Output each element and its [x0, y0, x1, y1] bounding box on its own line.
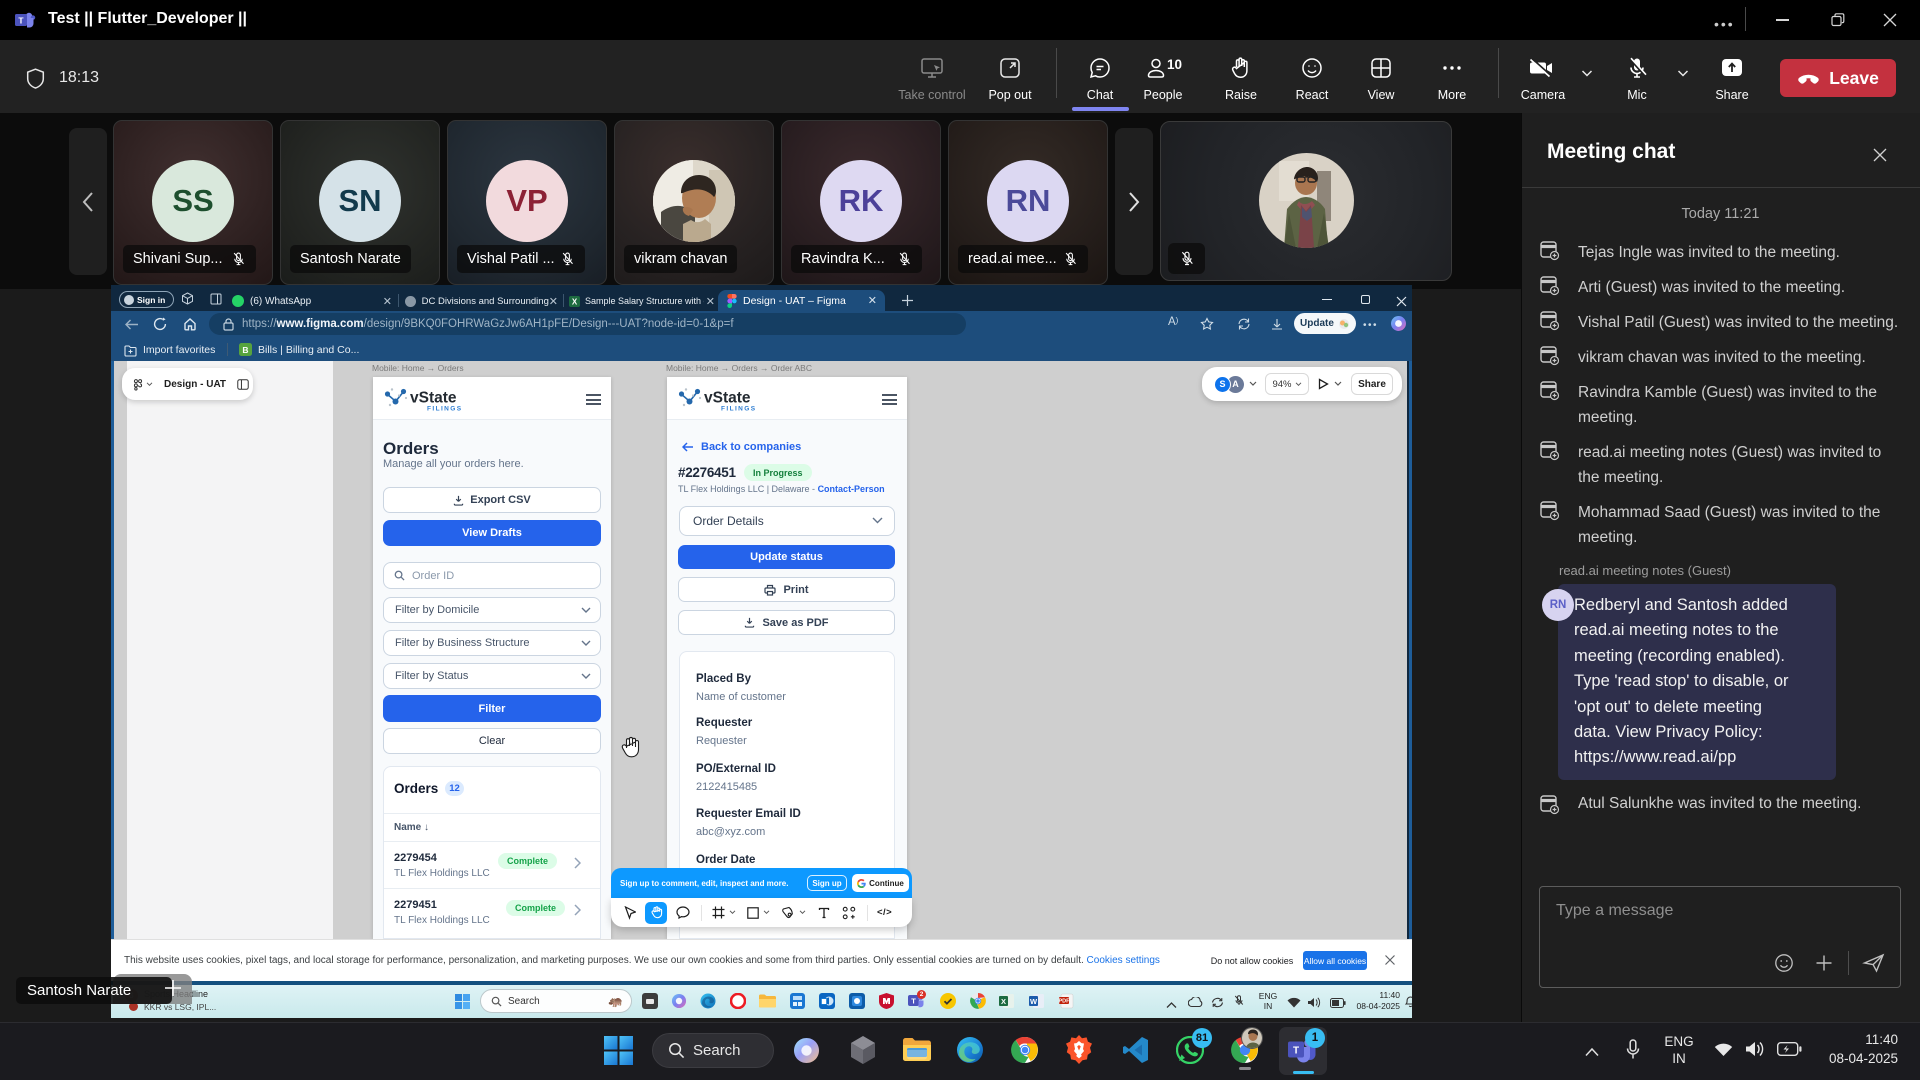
svg-text:FILINGS: FILINGS	[427, 406, 462, 413]
svg-text:B: B	[242, 345, 248, 355]
svg-text:vState: vState	[410, 390, 457, 407]
svg-text:T: T	[1293, 1046, 1299, 1057]
svg-text:vState: vState	[704, 390, 751, 407]
svg-text:T: T	[911, 997, 916, 1006]
svg-text:X: X	[572, 297, 578, 306]
svg-text:10: 10	[1167, 57, 1182, 72]
svg-text:FILINGS: FILINGS	[721, 406, 756, 413]
svg-text:T: T	[18, 16, 24, 26]
svg-text:X: X	[1001, 997, 1006, 1006]
svg-text:W: W	[1030, 997, 1038, 1006]
svg-text:PDF: PDF	[1059, 999, 1070, 1005]
